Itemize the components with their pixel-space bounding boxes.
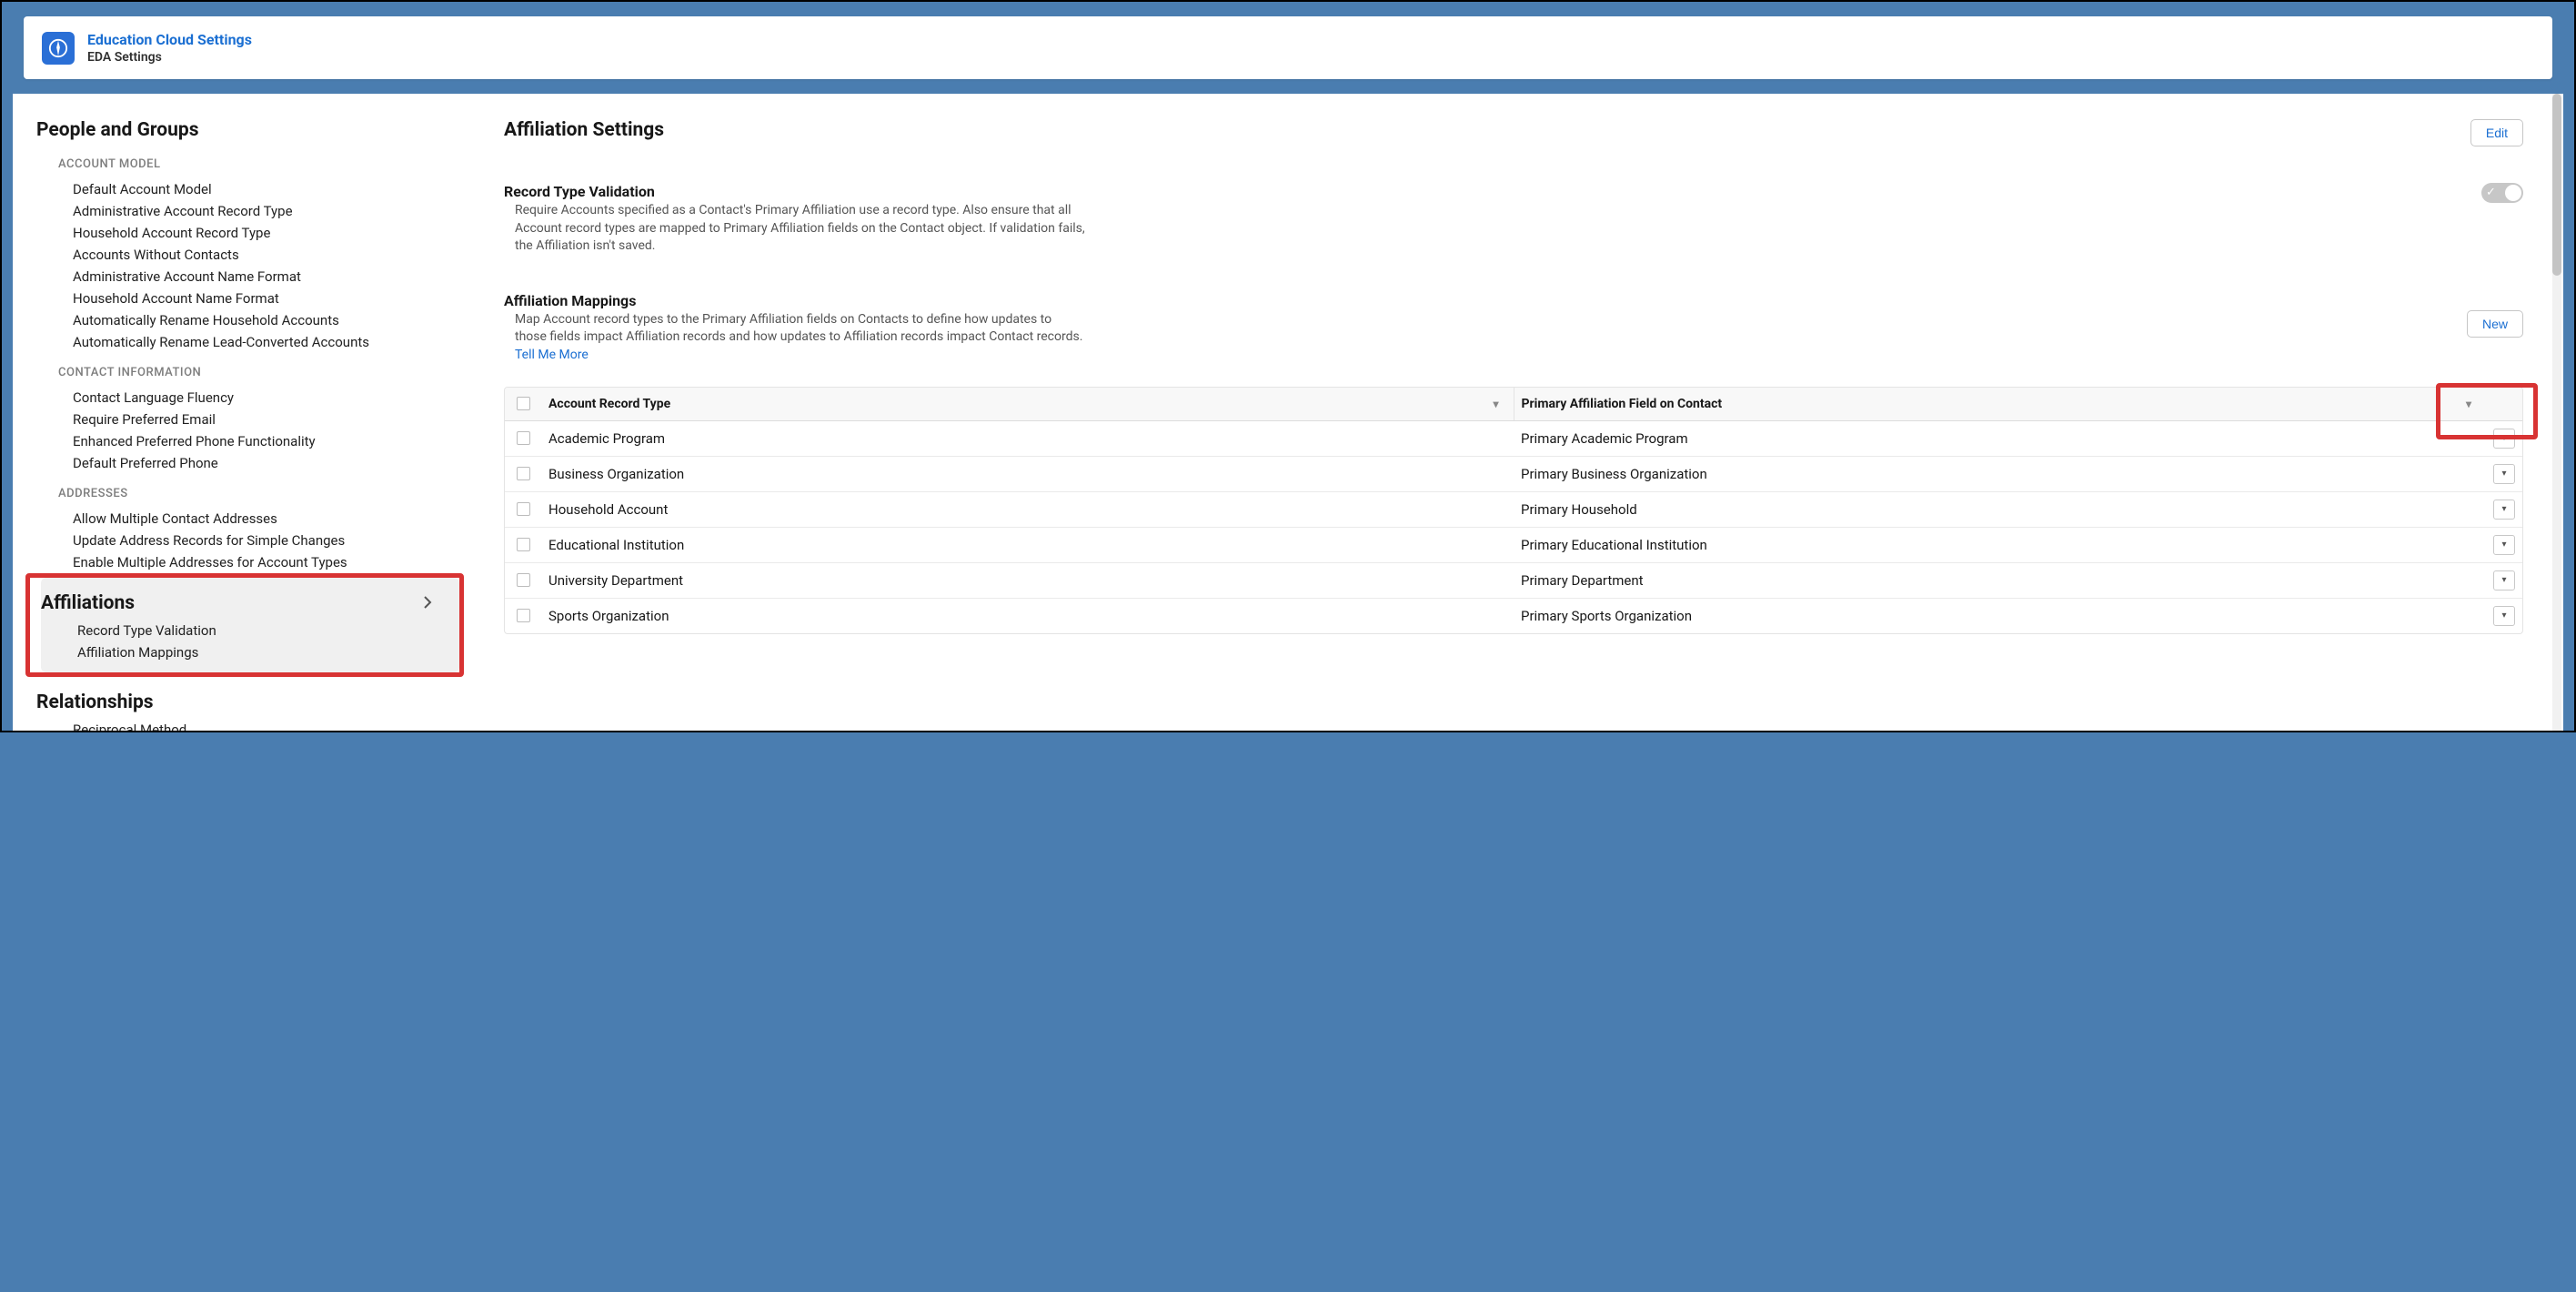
col-header-account-record-type[interactable]: Account Record Type ▾ (541, 388, 1514, 420)
affiliations-heading-label: Affiliations (41, 592, 135, 614)
row-checkbox[interactable] (517, 573, 530, 587)
row-actions-menu[interactable]: ▾ (2493, 429, 2515, 449)
cell-affiliation-field: Primary Department (1514, 563, 2486, 598)
cell-record-type: Business Organization (541, 457, 1514, 491)
nav-item[interactable]: Enhanced Preferred Phone Functionality (36, 430, 468, 452)
new-button[interactable]: New (2467, 310, 2523, 338)
nav-group-account-model: Account Model (58, 157, 468, 171)
nav-item[interactable]: Default Preferred Phone (36, 452, 468, 474)
page-title: Affiliation Settings (504, 119, 664, 141)
nav-item[interactable]: Administrative Account Record Type (36, 200, 468, 222)
nav-item[interactable]: Allow Multiple Contact Addresses (36, 508, 468, 530)
row-checkbox[interactable] (517, 431, 530, 445)
nav-item[interactable]: Reciprocal Method (36, 719, 468, 731)
nav-item[interactable]: Administrative Account Name Format (36, 266, 468, 288)
row-actions-menu[interactable]: ▾ (2493, 464, 2515, 484)
col-header-primary-affiliation-field[interactable]: Primary Affiliation Field on Contact ▾ (1514, 388, 2487, 420)
nav-group-contact-info: Contact Information (58, 366, 468, 379)
nav-group-addresses: Addresses (58, 487, 468, 500)
tell-me-more-link[interactable]: Tell Me More (515, 348, 589, 362)
sidebar-section-affiliations[interactable]: Affiliations (41, 578, 459, 620)
mappings-table: Account Record Type ▾ Primary Affiliatio… (504, 387, 2523, 634)
cell-affiliation-field: Primary Educational Institution (1514, 528, 2486, 562)
cell-affiliation-field: Primary Academic Program (1514, 421, 2486, 456)
row-actions-menu[interactable]: ▾ (2493, 500, 2515, 520)
sidebar-section-people-groups: People and Groups (36, 119, 468, 141)
record-type-validation-desc: Require Accounts specified as a Contact'… (504, 202, 1086, 256)
cell-record-type: Household Account (541, 492, 1514, 527)
table-row: Educational Institution Primary Educatio… (505, 528, 2522, 563)
sidebar-section-relationships[interactable]: Relationships (36, 677, 468, 719)
table-row: Household Account Primary Household ▾ (505, 492, 2522, 528)
select-all-checkbox[interactable] (517, 397, 530, 410)
page-header: Education Cloud Settings EDA Settings (24, 16, 2552, 79)
main-panel: Affiliation Settings Edit Record Type Va… (468, 108, 2563, 731)
affiliation-mappings-title: Affiliation Mappings (504, 292, 1086, 309)
row-checkbox[interactable] (517, 467, 530, 480)
row-actions-menu[interactable]: ▾ (2493, 606, 2515, 626)
row-checkbox[interactable] (517, 609, 530, 622)
nav-item[interactable]: Default Account Model (36, 178, 468, 200)
cell-affiliation-field: Primary Sports Organization (1514, 599, 2486, 633)
table-row: University Department Primary Department… (505, 563, 2522, 599)
chevron-down-icon: ▾ (2466, 398, 2471, 410)
chevron-right-icon (423, 592, 432, 614)
checkmark-icon: ✓ (2486, 186, 2496, 199)
cell-affiliation-field: Primary Business Organization (1514, 457, 2486, 491)
row-actions-menu[interactable]: ▾ (2493, 570, 2515, 590)
nav-item[interactable]: Household Account Name Format (36, 288, 468, 309)
table-header: Account Record Type ▾ Primary Affiliatio… (505, 388, 2522, 421)
highlight-affiliations: Affiliations Record Type Validation Affi… (25, 573, 464, 677)
sidebar: People and Groups Account Model Default … (13, 108, 468, 731)
nav-item-record-type-validation[interactable]: Record Type Validation (41, 620, 459, 641)
row-actions-menu[interactable]: ▾ (2493, 535, 2515, 555)
compass-icon (42, 32, 75, 65)
table-row: Academic Program Primary Academic Progra… (505, 421, 2522, 457)
nav-item[interactable]: Accounts Without Contacts (36, 244, 468, 266)
cell-record-type: Sports Organization (541, 599, 1514, 633)
cell-record-type: Academic Program (541, 421, 1514, 456)
row-checkbox[interactable] (517, 502, 530, 516)
relationships-heading-label: Relationships (36, 691, 154, 713)
cell-record-type: Educational Institution (541, 528, 1514, 562)
record-type-validation-toggle[interactable]: ✓ (2481, 183, 2523, 203)
nav-item-affiliation-mappings[interactable]: Affiliation Mappings (41, 641, 459, 663)
affiliation-mappings-desc: Map Account record types to the Primary … (504, 311, 1086, 365)
toggle-knob (2505, 185, 2521, 201)
cell-affiliation-field: Primary Household (1514, 492, 2486, 527)
nav-item[interactable]: Contact Language Fluency (36, 387, 468, 409)
header-title: Education Cloud Settings (87, 31, 252, 48)
cell-record-type: University Department (541, 563, 1514, 598)
edit-button[interactable]: Edit (2470, 119, 2523, 146)
table-row: Sports Organization Primary Sports Organ… (505, 599, 2522, 633)
chevron-down-icon: ▾ (1493, 398, 1498, 410)
affiliation-mappings-desc-text: Map Account record types to the Primary … (515, 312, 1082, 345)
nav-item[interactable]: Automatically Rename Household Accounts (36, 309, 468, 331)
nav-item[interactable]: Require Preferred Email (36, 409, 468, 430)
nav-item[interactable]: Automatically Rename Lead-Converted Acco… (36, 331, 468, 353)
nav-item[interactable]: Household Account Record Type (36, 222, 468, 244)
main-scrollbar[interactable] (2552, 94, 2561, 731)
table-row: Business Organization Primary Business O… (505, 457, 2522, 492)
header-subtitle: EDA Settings (87, 50, 252, 65)
nav-item[interactable]: Update Address Records for Simple Change… (36, 530, 468, 551)
nav-item[interactable]: Enable Multiple Addresses for Account Ty… (36, 551, 468, 573)
record-type-validation-title: Record Type Validation (504, 183, 1086, 200)
row-checkbox[interactable] (517, 538, 530, 551)
scrollbar-thumb[interactable] (2552, 94, 2561, 276)
